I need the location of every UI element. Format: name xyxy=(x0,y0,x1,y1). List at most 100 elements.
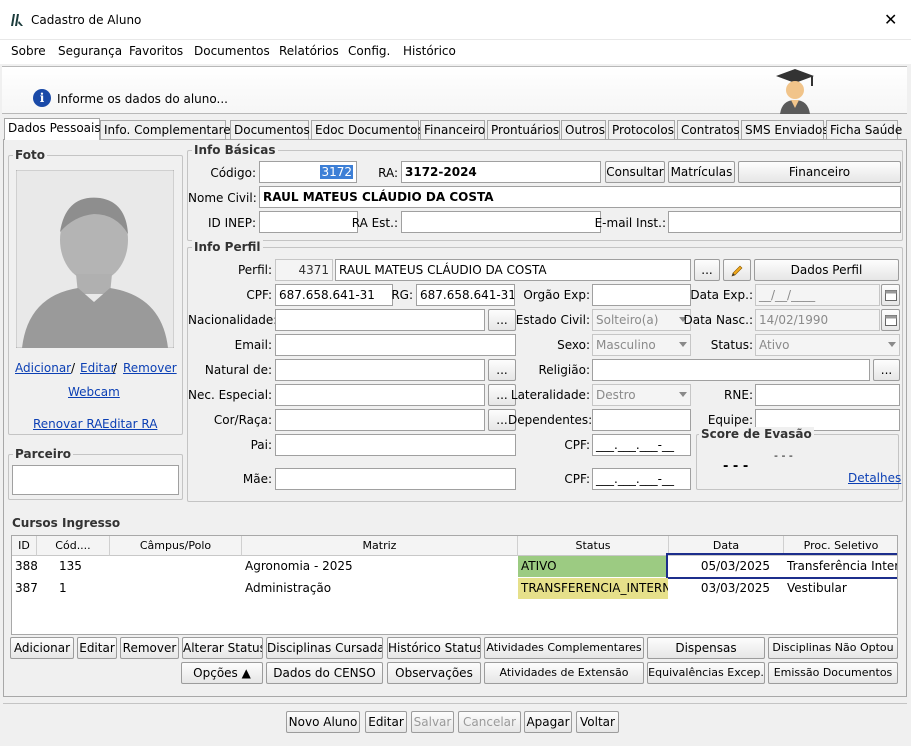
cell-status[interactable]: TRANSFERENCIA_INTERNA xyxy=(518,578,668,599)
column-header[interactable]: Câmpus/Polo xyxy=(110,536,242,556)
status-select[interactable]: Ativo xyxy=(755,334,900,356)
email-field[interactable] xyxy=(275,334,516,356)
tab-prontuarios[interactable]: Prontuários xyxy=(487,120,560,140)
nacionalidade-field[interactable] xyxy=(275,309,485,331)
equivalencias-button[interactable]: Equivalências Excep. xyxy=(647,662,765,684)
column-header[interactable]: Cód.... xyxy=(37,536,110,556)
column-header[interactable]: Matriz xyxy=(242,536,518,556)
foto-remover-link[interactable]: Remover xyxy=(123,361,177,375)
cell-campus[interactable] xyxy=(110,556,242,577)
nome-civil-field[interactable]: RAUL MATEUS CLÁUDIO DA COSTA xyxy=(259,186,901,208)
ra-field[interactable]: 3172-2024 xyxy=(401,161,601,183)
atividades-extensao-button[interactable]: Atividades de Extensão xyxy=(484,662,644,684)
data-exp-field[interactable]: __/__/____ xyxy=(755,284,880,306)
cell-matriz[interactable]: Administração xyxy=(242,578,518,599)
voltar-button[interactable]: Voltar xyxy=(576,711,619,733)
tab-sms-enviados[interactable]: SMS Enviados xyxy=(741,120,829,140)
cell-matriz[interactable]: Agronomia - 2025 xyxy=(242,556,518,577)
editar-button[interactable]: Editar xyxy=(365,711,407,733)
tab-documentos[interactable]: Documentos xyxy=(230,120,310,140)
cell-proc-seletivo[interactable]: Vestibular xyxy=(784,578,897,599)
tab-protocolos[interactable]: Protocolos xyxy=(608,120,675,140)
cor-raca-field[interactable] xyxy=(275,409,485,431)
apagar-button[interactable]: Apagar xyxy=(524,711,572,733)
tab-contratos[interactable]: Contratos xyxy=(677,120,740,140)
menu-documentos[interactable]: Documentos xyxy=(194,44,270,58)
foto-adicionar-link[interactable]: Adicionar xyxy=(15,361,71,375)
mae-field[interactable] xyxy=(275,468,516,490)
rg-field[interactable]: 687.658.641-31 xyxy=(416,284,515,306)
close-icon[interactable]: ✕ xyxy=(884,10,897,29)
cancelar-button[interactable]: Cancelar xyxy=(458,711,521,733)
cell-data[interactable]: 03/03/2025 xyxy=(669,578,784,599)
edit-pencil-icon[interactable] xyxy=(723,259,751,281)
orgao-exp-field[interactable] xyxy=(592,284,691,306)
dados-censo-button[interactable]: Dados do CENSO xyxy=(266,662,383,684)
perfil-code-field[interactable]: 4371 xyxy=(275,259,333,281)
cpf-field[interactable]: 687.658.641-31 xyxy=(275,284,393,306)
calendar-button[interactable] xyxy=(881,309,900,331)
tab-edoc-documentos[interactable]: Edoc Documentos xyxy=(311,120,424,140)
perfil-search-button[interactable]: ... xyxy=(694,259,720,281)
sexo-select[interactable]: Masculino xyxy=(592,334,691,356)
salvar-button[interactable]: Salvar xyxy=(411,711,454,733)
cell-status[interactable]: ATIVO xyxy=(518,556,668,577)
menu-favoritos[interactable]: Favoritos xyxy=(129,44,183,58)
data-nasc-field[interactable]: 14/02/1990 xyxy=(755,309,880,331)
webcam-link[interactable]: Webcam xyxy=(68,385,120,399)
estado-civil-select[interactable]: Solteiro(a) xyxy=(592,309,691,331)
financeiro-button[interactable]: Financeiro xyxy=(738,161,901,183)
column-header[interactable]: ID xyxy=(12,536,37,556)
codigo-field[interactable]: 3172 xyxy=(259,161,357,183)
calendar-button[interactable] xyxy=(881,284,900,306)
cell-cod[interactable]: 135 xyxy=(56,556,110,577)
editar-ra-link[interactable]: Editar RA xyxy=(102,417,157,431)
dependentes-field[interactable] xyxy=(592,409,691,431)
cell-cod[interactable]: 1 xyxy=(56,578,110,599)
renovar-ra-link[interactable]: Renovar RA xyxy=(33,417,102,431)
cell-id[interactable]: 3881 xyxy=(12,556,37,577)
religiao-search-button[interactable]: ... xyxy=(873,359,900,381)
historico-status-button[interactable]: Histórico Status xyxy=(387,637,481,659)
menu-historico[interactable]: Histórico xyxy=(403,44,456,58)
tab-outros[interactable]: Outros xyxy=(561,120,606,140)
consultar-button[interactable]: Consultar xyxy=(605,161,665,183)
disciplinas-cursadas-button[interactable]: Disciplinas Cursadas xyxy=(266,637,383,659)
perfil-name-field[interactable]: RAUL MATEUS CLÁUDIO DA COSTA xyxy=(335,259,691,281)
matriculas-button[interactable]: Matrículas xyxy=(668,161,735,183)
opcoes-button[interactable]: Opções ▲ xyxy=(181,662,263,684)
natural-de-field[interactable] xyxy=(275,359,485,381)
cpf-mae-field[interactable]: ___.___.___-__ xyxy=(592,468,691,490)
detalhes-link[interactable]: Detalhes xyxy=(848,471,901,485)
cell-campus[interactable] xyxy=(110,578,242,599)
menu-config[interactable]: Config. xyxy=(348,44,390,58)
cell-id[interactable]: 3879 xyxy=(12,578,37,599)
foto-editar-link[interactable]: Editar xyxy=(80,361,116,375)
atividades-complementares-button[interactable]: Atividades Complementares xyxy=(484,637,644,659)
adicionar-button[interactable]: Adicionar xyxy=(10,637,74,659)
tab-ficha-saude[interactable]: Ficha Saúde xyxy=(826,120,902,140)
lateralidade-select[interactable]: Destro xyxy=(592,384,691,406)
column-header[interactable]: Status xyxy=(518,536,669,556)
disciplinas-nao-optou-button[interactable]: Disciplinas Não Optou xyxy=(768,637,898,659)
pai-field[interactable] xyxy=(275,434,516,456)
id-inep-field[interactable] xyxy=(259,211,358,233)
alterar-status-button[interactable]: Alterar Status xyxy=(182,637,263,659)
observacoes-button[interactable]: Observações xyxy=(387,662,481,684)
dados-perfil-button[interactable]: Dados Perfil xyxy=(754,259,899,281)
ra-est-field[interactable] xyxy=(401,211,601,233)
dispensas-button[interactable]: Dispensas xyxy=(647,637,765,659)
emissao-documentos-button[interactable]: Emissão Documentos xyxy=(768,662,898,684)
parceiro-field[interactable] xyxy=(12,465,179,495)
menu-relatorios[interactable]: Relatórios xyxy=(279,44,339,58)
nec-especial-field[interactable] xyxy=(275,384,485,406)
religiao-field[interactable] xyxy=(592,359,870,381)
novo-aluno-button[interactable]: Novo Aluno xyxy=(286,711,360,733)
cpf-pai-field[interactable]: ___.___.___-__ xyxy=(592,434,691,456)
tab-dados-pessoais[interactable]: Dados Pessoais xyxy=(4,118,101,140)
remover-button[interactable]: Remover xyxy=(120,637,179,659)
tab-info-complementares[interactable]: Info. Complementares xyxy=(100,120,237,140)
rne-field[interactable] xyxy=(755,384,900,406)
email-inst-field[interactable] xyxy=(668,211,901,233)
editar-curso-button[interactable]: Editar xyxy=(77,637,117,659)
